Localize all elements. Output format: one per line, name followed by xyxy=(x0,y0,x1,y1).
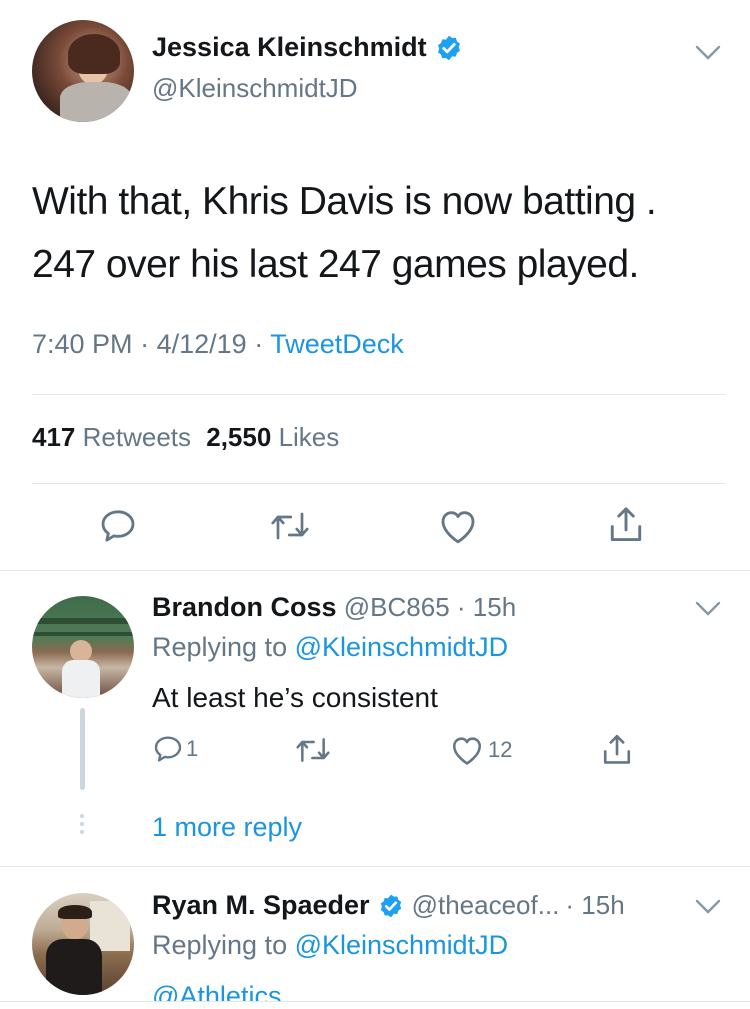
thread-line xyxy=(80,708,85,790)
share-button[interactable] xyxy=(600,732,634,768)
retweet-label: Retweets xyxy=(82,422,192,452)
replying-to-label: Replying to xyxy=(152,632,288,662)
divider xyxy=(0,570,750,571)
retweet-button[interactable] xyxy=(294,734,332,766)
reply-age[interactable]: · 15h xyxy=(457,592,516,622)
share-button[interactable] xyxy=(606,504,646,546)
like-button[interactable]: 12 xyxy=(450,734,512,766)
tweet-source-link[interactable]: TweetDeck xyxy=(270,329,404,359)
divider xyxy=(32,483,725,484)
reply-icon xyxy=(152,733,184,765)
like-label: Likes xyxy=(278,422,340,452)
like-button[interactable] xyxy=(438,507,478,545)
replying-to-label: Replying to xyxy=(152,930,288,960)
author-avatar[interactable] xyxy=(32,20,134,122)
more-replies-link[interactable]: 1 more reply xyxy=(152,812,302,843)
tweet-text-line-2: 247 over his last 247 games played. xyxy=(32,243,639,286)
retweet-stat[interactable]: 417 Retweets xyxy=(32,422,198,452)
reply-author-handle[interactable]: @theaceof... xyxy=(412,890,560,921)
like-icon xyxy=(450,734,484,766)
reply-age[interactable]: · 15h xyxy=(565,890,624,921)
chevron-down-icon[interactable] xyxy=(694,600,722,618)
retweet-button[interactable] xyxy=(268,508,312,544)
chevron-down-icon[interactable] xyxy=(694,898,722,916)
thread-dots xyxy=(80,814,84,834)
replying-to-link[interactable]: @KleinschmidtJD xyxy=(295,632,508,662)
reply-count: 1 xyxy=(186,736,199,761)
reply-text[interactable]: @Athletics xyxy=(152,980,602,1002)
like-count: 2,550 xyxy=(206,422,272,452)
author-handle[interactable]: @KleinschmidtJD xyxy=(152,73,358,104)
meta-separator: · xyxy=(140,329,150,359)
meta-separator: · xyxy=(254,329,264,359)
tweet-date[interactable]: 4/12/19 xyxy=(157,329,247,359)
divider xyxy=(0,1001,750,1002)
reply-author-handle[interactable]: @BC865 xyxy=(344,592,450,622)
verified-icon xyxy=(378,893,404,919)
replying-to-link[interactable]: @KleinschmidtJD xyxy=(295,930,508,960)
tweet-text-line-1: With that, Khris Davis is now batting . xyxy=(32,180,657,223)
reply-button[interactable] xyxy=(98,506,138,546)
divider xyxy=(0,866,750,867)
reply-avatar[interactable] xyxy=(32,893,134,995)
reply-avatar[interactable] xyxy=(32,596,134,698)
reply-button[interactable]: 1 xyxy=(152,733,198,765)
like-count: 12 xyxy=(488,737,513,762)
reply-author-name[interactable]: Ryan M. Spaeder xyxy=(152,890,370,921)
author-name[interactable]: Jessica Kleinschmidt xyxy=(152,32,427,63)
reply-author-name[interactable]: Brandon Coss xyxy=(152,592,337,622)
tweet-time[interactable]: 7:40 PM xyxy=(32,329,133,359)
chevron-down-icon[interactable] xyxy=(694,44,722,62)
divider xyxy=(32,394,725,395)
verified-icon xyxy=(435,34,463,62)
reply-text: At least he’s consistent xyxy=(152,682,438,713)
like-stat[interactable]: 2,550 Likes xyxy=(206,422,339,452)
retweet-count: 417 xyxy=(32,422,76,452)
